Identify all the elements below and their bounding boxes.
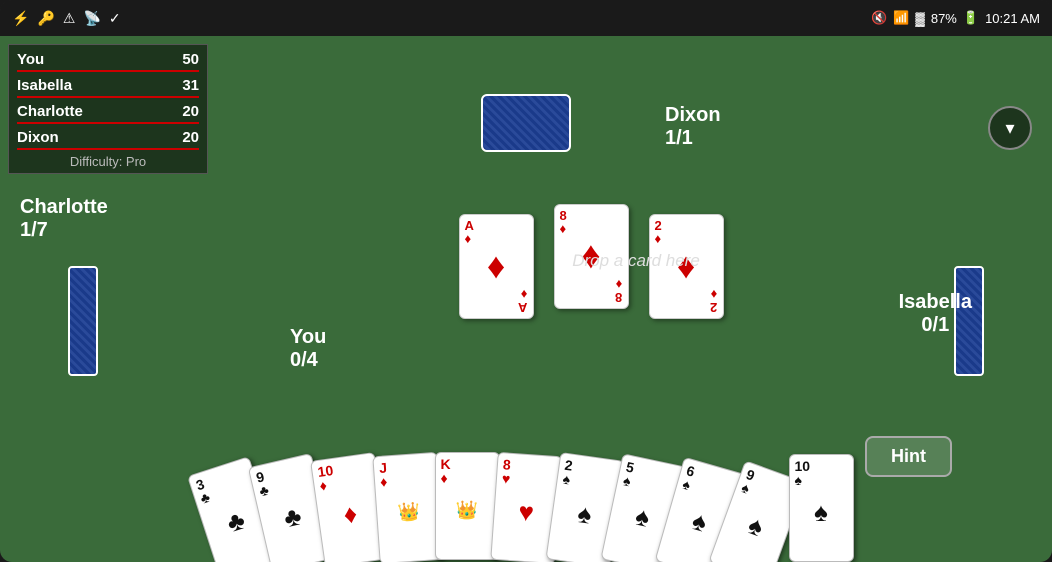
phone-frame: ⚡ 🔑 ⚠ 📡 ✓ 🔇 📶 ▓ 87% 🔋 10:21 AM You 50 Is… — [0, 0, 1052, 562]
hc-center-10d: ♦ — [341, 498, 358, 531]
game-area: You 50 Isabella 31 Charlotte 20 Dixon 20… — [0, 36, 1052, 562]
battery-icon: 🔋 — [963, 10, 979, 26]
status-icons-left: ⚡ 🔑 ⚠ 📡 ✓ — [12, 10, 121, 27]
hc-center-kd: 👑 — [456, 500, 478, 521]
hc-center-9s: ♠ — [744, 509, 768, 543]
charlotte-tricks: 1/7 — [20, 219, 108, 242]
hc-rank-kd: K — [441, 457, 451, 471]
key-icon: 🔑 — [37, 10, 54, 27]
hc-suit-kd: ♦ — [441, 471, 448, 485]
score-row-you: You 50 — [17, 49, 199, 72]
scoreboard: You 50 Isabella 31 Charlotte 20 Dixon 20… — [8, 44, 208, 174]
hc-center-5s: ♠ — [632, 500, 652, 533]
score-val-you: 50 — [159, 51, 199, 68]
hc-suit-9c: ♣ — [257, 483, 269, 499]
hc-center-8h: ♥ — [517, 496, 535, 528]
you-name: You — [290, 326, 326, 349]
hc-suit-jd: ♦ — [379, 474, 387, 488]
isabella-name: Isabella — [899, 291, 972, 314]
hc-suit-8h: ♥ — [501, 471, 510, 486]
hc-suit-9s: ♠ — [739, 480, 751, 496]
hc-center-jd: 👑 — [396, 501, 420, 524]
wifi-x-icon: 📡 — [83, 10, 100, 27]
score-row-dixon: Dixon 20 — [17, 127, 199, 150]
score-name-you: You — [17, 51, 159, 68]
usb-icon: ⚡ — [12, 10, 29, 27]
left-deck — [68, 266, 98, 376]
hc-center-9c: ♣ — [280, 500, 304, 534]
dropdown-icon[interactable]: ▾ — [988, 106, 1032, 150]
hand-card-10s[interactable]: 10 ♠ ♠ — [789, 454, 854, 562]
score-val-charlotte: 20 — [159, 103, 199, 120]
score-val-isabella: 31 — [159, 77, 199, 94]
player-you-info: You 0/4 — [290, 326, 326, 372]
top-deck — [350, 94, 702, 152]
score-val-dixon: 20 — [159, 129, 199, 146]
mute-icon: 🔇 — [871, 10, 887, 26]
hc-suit-10d: ♦ — [318, 478, 327, 493]
alert-icon: ⚠ — [63, 10, 76, 27]
score-name-isabella: Isabella — [17, 77, 159, 94]
check-icon: ✓ — [109, 10, 121, 27]
drop-area-text: Drop a card here — [572, 251, 700, 270]
player-dixon-info: Dixon 1/1 — [665, 104, 721, 150]
signal-icon: ▓ — [915, 11, 924, 26]
time-display: 10:21 AM — [985, 11, 1040, 26]
player-isabella-info: Isabella 0/1 — [899, 291, 972, 337]
hc-suit-10s: ♠ — [795, 473, 802, 487]
score-name-charlotte: Charlotte — [17, 103, 159, 120]
charlotte-name: Charlotte — [20, 196, 108, 219]
hc-center-3c: ♣ — [222, 504, 248, 539]
you-tricks: 0/4 — [290, 349, 326, 372]
player-hand: 3 ♣ ♣ 9 ♣ ♣ 10 ♦ ♦ J ♦ 👑 — [0, 432, 1052, 562]
hc-suit-3c: ♣ — [198, 490, 211, 506]
hc-suit-6s: ♠ — [681, 477, 692, 493]
score-row-isabella: Isabella 31 — [17, 75, 199, 98]
status-bar: ⚡ 🔑 ⚠ 📡 ✓ 🔇 📶 ▓ 87% 🔋 10:21 AM — [0, 0, 1052, 36]
score-name-dixon: Dixon — [17, 129, 159, 146]
isabella-tricks: 0/1 — [899, 314, 972, 337]
difficulty-label: Difficulty: Pro — [17, 154, 199, 169]
hand-card-kd[interactable]: K ♦ 👑 — [435, 452, 500, 560]
deck-back-card[interactable] — [481, 94, 571, 152]
ace-corner-bottom: A♦ — [518, 288, 527, 314]
wifi-icon: 📶 — [893, 10, 909, 26]
hc-suit-2s: ♠ — [561, 472, 570, 487]
hc-center-2s: ♠ — [575, 498, 593, 531]
player-charlotte-info: Charlotte 1/7 — [20, 196, 108, 242]
hc-center-10s: ♠ — [814, 497, 828, 528]
two-corner-bottom: 2♦ — [710, 288, 717, 314]
hand-card-jd[interactable]: J ♦ 👑 — [372, 452, 444, 562]
hc-rank-10s: 10 — [795, 459, 811, 473]
hc-center-6s: ♠ — [688, 505, 710, 539]
eight-corner-top: 8♦ — [560, 209, 567, 235]
status-right: 🔇 📶 ▓ 87% 🔋 10:21 AM — [871, 10, 1040, 26]
dixon-name: Dixon — [665, 104, 721, 127]
eight-corner-bottom: 8♦ — [615, 278, 622, 304]
ace-corner-top: A♦ — [465, 219, 474, 245]
drop-area: Drop a card here — [430, 251, 842, 271]
hc-suit-5s: ♠ — [621, 473, 631, 488]
score-row-charlotte: Charlotte 20 — [17, 101, 199, 124]
dixon-tricks: 1/1 — [665, 127, 721, 150]
battery-percent: 87% — [931, 11, 957, 26]
two-corner-top: 2♦ — [655, 219, 662, 245]
